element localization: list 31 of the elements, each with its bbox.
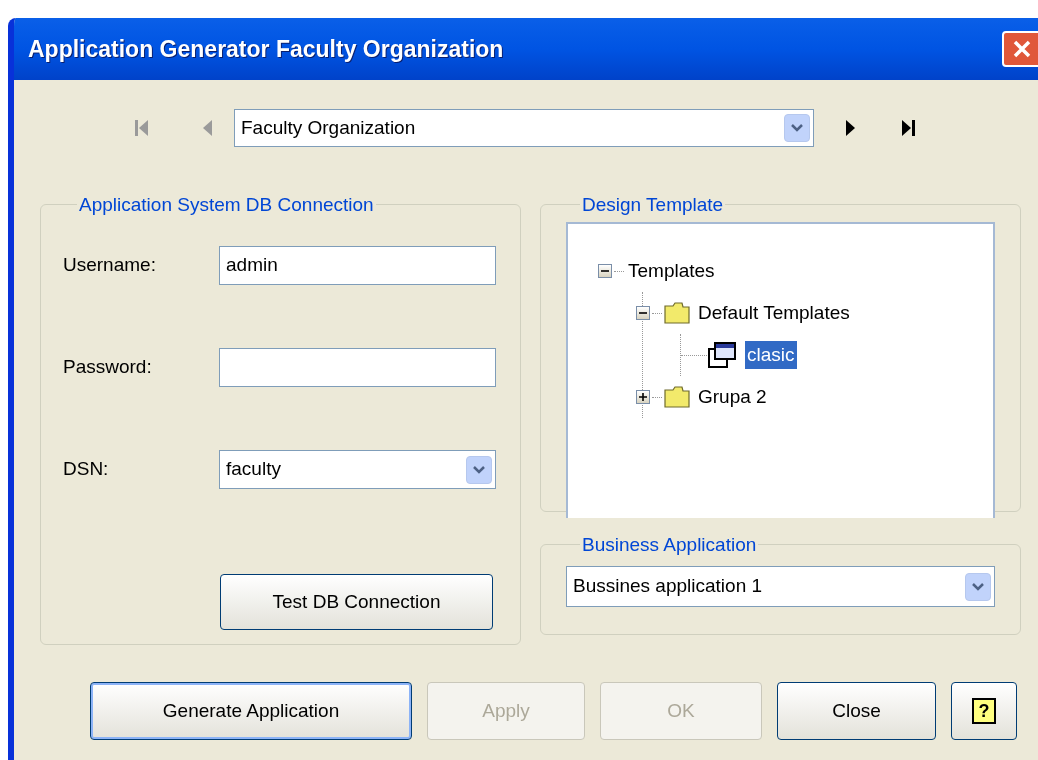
dropdown-icon[interactable] [965, 572, 991, 601]
dropdown-icon[interactable] [784, 114, 810, 142]
window-title: Application Generator Faculty Organization [28, 34, 504, 64]
close-button[interactable] [1002, 31, 1038, 67]
folder-icon [664, 386, 690, 408]
dsn-dropdown[interactable]: faculty [219, 450, 496, 489]
help-button[interactable]: ? [951, 682, 1017, 740]
expand-icon[interactable] [636, 390, 650, 404]
business-application-dropdown[interactable]: Bussines application 1 [566, 566, 995, 607]
field-label: Username: [63, 253, 157, 278]
windows-icon [707, 339, 739, 371]
field-label: Password: [63, 355, 153, 380]
collapse-icon[interactable] [636, 306, 650, 320]
tree-item[interactable]: Grupa 2 [696, 382, 769, 412]
test-connection-button[interactable]: Test DB Connection [220, 574, 493, 630]
text-field[interactable] [219, 348, 496, 387]
tree-item[interactable]: Default Templates [696, 298, 852, 328]
tree-item[interactable]: clasic [745, 340, 797, 370]
group-title: Application System DB Connection [78, 195, 375, 214]
dialog-button[interactable]: Generate Application [90, 682, 412, 740]
field-label: DSN: [63, 457, 110, 482]
group-title: Business Application [581, 535, 758, 554]
dialog-button[interactable]: Close [777, 682, 936, 740]
text-field[interactable]: admin [219, 246, 496, 285]
group-title: Design Template [581, 195, 725, 214]
dropdown-icon[interactable] [466, 455, 492, 484]
tree-item[interactable]: Templates [626, 256, 717, 286]
collapse-icon[interactable] [598, 264, 612, 278]
record-dropdown[interactable]: Faculty Organization [234, 109, 814, 147]
close-icon [1012, 39, 1032, 59]
folder-icon [664, 302, 690, 324]
